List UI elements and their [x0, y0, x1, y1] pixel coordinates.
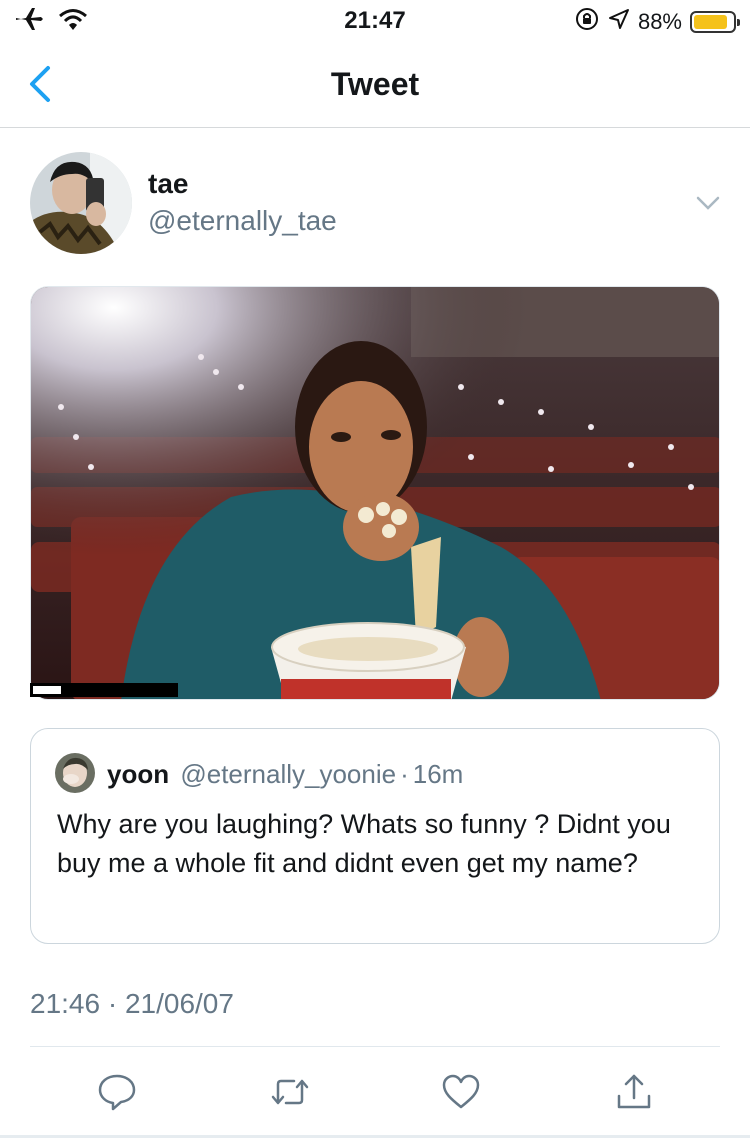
like-icon — [442, 1074, 480, 1109]
retweet-button[interactable] — [270, 1072, 310, 1112]
battery-level — [694, 15, 728, 29]
like-button[interactable] — [441, 1072, 481, 1112]
more-options-button[interactable] — [690, 188, 726, 218]
battery-icon — [690, 11, 740, 33]
location-icon — [608, 8, 630, 36]
reply-button[interactable] — [97, 1072, 137, 1112]
video-progress-fill — [33, 686, 62, 694]
quoted-author-name: yoon — [107, 759, 170, 789]
share-button[interactable] — [614, 1072, 654, 1112]
author-name[interactable]: tae — [148, 168, 188, 200]
quoted-separator: · — [400, 759, 409, 789]
rotation-lock-icon — [574, 6, 600, 38]
tweet-timestamp: 21:46 · 21/06/07 — [30, 988, 234, 1019]
quoted-tweet[interactable]: yoon @eternally_yoonie · 16m Why are you l… — [30, 728, 720, 944]
page-title: Tweet — [330, 66, 420, 102]
tweet-media[interactable] — [30, 286, 720, 700]
author-handle[interactable]: @eternally_tae — [148, 205, 337, 237]
battery-percent: 88% — [637, 9, 682, 34]
quoted-author-handle: @eternally_yoonie — [180, 759, 397, 789]
nav-bar: Tweet — [0, 40, 750, 128]
author-avatar[interactable] — [30, 152, 132, 254]
divider — [30, 1046, 720, 1047]
quoted-age: 16m — [412, 759, 464, 789]
retweet-icon — [271, 1079, 309, 1105]
share-icon — [617, 1074, 651, 1109]
quoted-tweet-text: Why are you laughing? Whats so funny ? D… — [57, 809, 671, 878]
quoted-avatar — [55, 753, 95, 793]
video-progress-bar[interactable] — [30, 683, 178, 697]
status-bar: 21:47 88% — [0, 0, 750, 40]
reply-icon — [98, 1074, 136, 1111]
chevron-down-icon — [696, 196, 720, 210]
media-image — [31, 287, 719, 699]
